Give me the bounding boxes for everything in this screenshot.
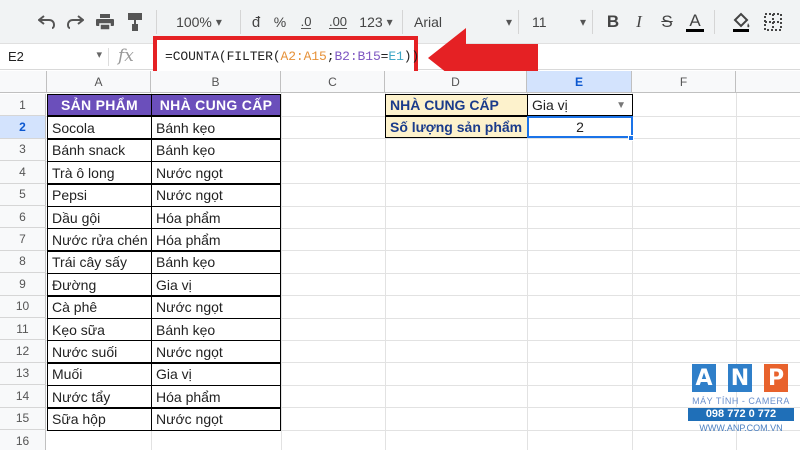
more-formats-button[interactable]: 123 ▾ [356, 8, 396, 36]
zoom-select[interactable]: 100% ▾ [164, 8, 234, 36]
fill-color-icon[interactable] [730, 8, 752, 36]
col-header-c[interactable]: C [281, 71, 385, 93]
supplier-dropdown[interactable]: Gia vị ▼ [527, 94, 633, 116]
name-box[interactable]: E2 ▾ [0, 44, 108, 69]
col-header-g[interactable] [736, 71, 800, 93]
product-cell[interactable]: Bánh snack [47, 138, 152, 162]
row-header[interactable]: 6 [0, 206, 46, 229]
header-nha-cung-cap[interactable]: NHÀ CUNG CẤP [151, 94, 281, 116]
row-header[interactable]: 10 [0, 295, 46, 318]
col-header-b[interactable]: B [151, 71, 281, 93]
paint-format-icon[interactable] [124, 8, 146, 36]
product-cell[interactable]: Muối [47, 362, 152, 386]
row-header[interactable]: 14 [0, 385, 46, 408]
supplier-cell[interactable]: Bánh kẹo [151, 250, 281, 274]
color-bar [686, 28, 704, 32]
row-header[interactable]: 12 [0, 340, 46, 363]
supplier-cell[interactable]: Bánh kẹo [151, 138, 281, 162]
product-cell[interactable]: Dầu gội [47, 206, 152, 229]
product-cell[interactable]: Nước rửa chén [47, 228, 152, 252]
supplier-cell[interactable]: Gia vị [151, 362, 281, 386]
row-header[interactable]: 8 [0, 250, 46, 274]
product-cell[interactable]: Nước tẩy [47, 385, 152, 409]
supplier-cell[interactable]: Hóa phẩm [151, 385, 281, 409]
text-color-button[interactable]: A [684, 8, 706, 36]
product-cell[interactable]: Cà phê [47, 295, 152, 319]
supplier-cell[interactable]: Nước ngọt [151, 295, 281, 319]
supplier-cell[interactable]: Hóa phẩm [151, 228, 281, 252]
increase-decimal-button[interactable]: .00 [324, 8, 352, 36]
chevron-down-icon: ▾ [579, 15, 586, 29]
logo-letter-n: N [728, 364, 752, 392]
col-header-d[interactable]: D [385, 71, 527, 93]
logo-letter-p: P [764, 364, 788, 392]
chevron-down-icon: ▾ [505, 15, 512, 29]
chevron-down-icon: ▾ [96, 49, 102, 61]
logo-url: WWW.ANP.COM.VN [699, 423, 783, 433]
logo-letter-a: A [692, 364, 716, 392]
bold-button[interactable]: B [602, 8, 624, 36]
product-cell[interactable]: Đường [47, 273, 152, 297]
supplier-cell[interactable]: Nước ngọt [151, 183, 281, 207]
supplier-cell[interactable]: Nước ngọt [151, 161, 281, 185]
row-header[interactable]: 4 [0, 161, 46, 184]
row-header[interactable]: 13 [0, 362, 46, 386]
product-cell[interactable]: Socola [47, 116, 152, 140]
product-cell[interactable]: Trái cây sấy [47, 250, 152, 274]
row-header[interactable]: 7 [0, 228, 46, 251]
criteria-label-count[interactable]: Số lượng sản phẩm [385, 116, 528, 138]
logo-phone: 098 772 0 772 [688, 408, 794, 421]
undo-icon[interactable] [36, 8, 58, 36]
supplier-cell[interactable]: Gia vị [151, 273, 281, 297]
row-header[interactable]: 15 [0, 407, 46, 430]
supplier-cell[interactable]: Nước ngọt [151, 340, 281, 364]
count-result-cell[interactable]: 2 [527, 116, 633, 138]
row-header[interactable]: 9 [0, 273, 46, 296]
row-header[interactable]: 1 [0, 94, 46, 117]
col-header-e[interactable]: E [527, 71, 632, 93]
chevron-down-icon: ▾ [215, 15, 222, 29]
chevron-down-icon: ▼ [616, 99, 626, 111]
product-cell[interactable]: Nước suối [47, 340, 152, 364]
decrease-decimal-button[interactable]: .0 [294, 8, 318, 36]
product-cell[interactable]: Pepsi [47, 183, 152, 207]
row-header[interactable]: 5 [0, 183, 46, 206]
supplier-cell[interactable]: Bánh kẹo [151, 318, 281, 341]
percent-button[interactable]: % [270, 8, 290, 36]
borders-icon[interactable] [762, 8, 784, 36]
redo-icon[interactable] [64, 8, 86, 36]
italic-button[interactable]: I [628, 8, 650, 36]
supplier-cell[interactable]: Bánh kẹo [151, 116, 281, 140]
formula-text: =COUNTA(FILTER(A2:A15;B2:B15=E1)) [165, 49, 420, 64]
row-header[interactable]: 2 [0, 116, 46, 139]
fx-icon: fx [118, 46, 134, 66]
fill-handle[interactable] [628, 135, 634, 141]
spreadsheet-grid: A B C D E F 1 2 3 4 5 6 7 8 9 10 11 12 13 14 15 16 SẢN … [0, 71, 800, 450]
product-cell[interactable]: Trà ô long [47, 161, 152, 185]
logo-tagline: MÁY TÍNH - CAMERA [692, 396, 790, 406]
product-cell[interactable]: Sữa hộp [47, 407, 152, 431]
strikethrough-button[interactable]: S [656, 8, 678, 36]
row-header[interactable]: 3 [0, 138, 46, 162]
criteria-label-supplier[interactable]: NHÀ CUNG CẤP [385, 94, 528, 116]
currency-button[interactable]: đ [246, 8, 266, 36]
anp-logo: A N P MÁY TÍNH - CAMERA 098 772 0 772 WW… [688, 364, 796, 444]
header-san-pham[interactable]: SẢN PHẨM [47, 94, 152, 116]
print-icon[interactable] [94, 8, 116, 36]
select-all-corner[interactable] [0, 71, 47, 93]
product-cell[interactable]: Kẹo sữa [47, 318, 152, 341]
row-header[interactable]: 16 [0, 430, 46, 450]
col-header-a[interactable]: A [47, 71, 151, 93]
chevron-down-icon: ▾ [386, 15, 393, 29]
row-header[interactable]: 11 [0, 318, 46, 341]
supplier-cell[interactable]: Nước ngọt [151, 407, 281, 431]
supplier-cell[interactable]: Hóa phẩm [151, 206, 281, 229]
col-header-f[interactable]: F [632, 71, 736, 93]
